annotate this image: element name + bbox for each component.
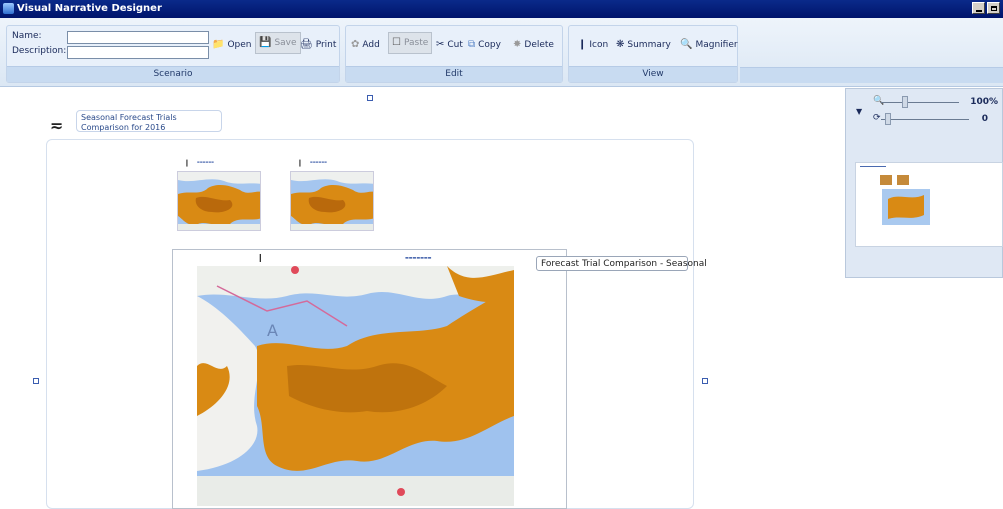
- overview-panel: 🔍 100% ▼ ⟳ 0: [845, 88, 1003, 278]
- open-label: Open: [227, 40, 252, 50]
- delete-label: Delete: [524, 40, 554, 50]
- save-button[interactable]: 💾 Save: [255, 32, 301, 54]
- add-label: Add: [362, 40, 380, 50]
- ribbon: Name: Description: 📁 Open 💾 Save 🖨 Print…: [0, 18, 1003, 87]
- paste-label: Paste: [403, 38, 429, 48]
- magnifier-icon: 🔍: [680, 39, 693, 50]
- minimize-icon: [976, 6, 982, 12]
- cut-label: Cut: [447, 40, 463, 50]
- print-label: Print: [315, 40, 337, 50]
- resize-handle-top[interactable]: [367, 95, 373, 101]
- rotation-slider-track: [881, 119, 969, 120]
- rotation-value: 0: [981, 114, 988, 124]
- add-icon: ✿: [351, 39, 360, 50]
- paste-button[interactable]: ☐ Paste: [388, 32, 433, 54]
- node-title-scribble: ▬▬▬▬▬▬: [310, 160, 328, 164]
- svg-text:A: A: [267, 321, 278, 340]
- overview-preview[interactable]: [855, 162, 1003, 247]
- print-button[interactable]: 🖨 Print: [297, 34, 339, 56]
- cut-button[interactable]: ✂ Cut: [433, 34, 466, 56]
- zoom-icon: 🔍: [873, 96, 885, 106]
- forecast-map[interactable]: A: [197, 266, 514, 506]
- app-icon: [3, 3, 14, 14]
- collapse-arrow-icon[interactable]: ▼: [856, 107, 862, 116]
- name-field[interactable]: [67, 31, 209, 44]
- title-bar: Visual Narrative Designer: [0, 0, 1003, 18]
- maximize-icon: [991, 6, 997, 11]
- delete-button[interactable]: ✸ Delete: [510, 34, 557, 56]
- overview-thumb-1: [880, 175, 892, 185]
- minimize-button[interactable]: [972, 2, 985, 14]
- overview-thumb-main: [882, 189, 930, 225]
- description-field[interactable]: [67, 46, 209, 59]
- node-title-scribble: ▬▬▬▬▬▬▬: [405, 255, 432, 260]
- summary-label: Summary: [627, 40, 671, 50]
- folder-icon: 📁: [212, 39, 225, 50]
- summary-button[interactable]: ❋ Summary: [613, 34, 674, 56]
- ribbon-empty-area: [740, 25, 1003, 83]
- node-icon: ❙: [184, 159, 190, 167]
- icon-button[interactable]: ❙ Icon: [575, 34, 611, 56]
- pin-icon: ❙: [578, 39, 587, 50]
- summary-icon: ❋: [616, 39, 625, 50]
- overview-thumb-2: [897, 175, 909, 185]
- copy-label: Copy: [478, 40, 501, 50]
- view-group-footer: View: [569, 66, 737, 82]
- magnifier-label: Magnifier: [695, 40, 738, 50]
- zoom-slider-thumb[interactable]: [902, 96, 908, 108]
- resize-handle-left[interactable]: [33, 378, 39, 384]
- maximize-button[interactable]: [987, 2, 1000, 14]
- node-icon: ❙: [257, 253, 264, 262]
- story-node-1[interactable]: ❙ ▬▬▬▬▬▬: [177, 159, 261, 231]
- save-label: Save: [274, 38, 297, 48]
- printer-icon: 🖨: [300, 39, 313, 50]
- narrative-icon: ≂: [50, 116, 64, 135]
- rotation-slider-thumb[interactable]: [885, 113, 891, 125]
- zoom-value: 100%: [970, 97, 998, 107]
- magnifier-button[interactable]: 🔍 Magnifier: [677, 34, 741, 56]
- view-group: ❙ Icon ❋ Summary 🔍 Magnifier View: [568, 25, 738, 83]
- copy-icon: ⧉: [468, 39, 476, 50]
- zoom-slider-track: [881, 102, 959, 103]
- node-callout: Forecast Trial Comparison - Seasonal: [536, 256, 707, 271]
- add-button[interactable]: ✿ Add: [348, 34, 383, 56]
- name-label: Name:: [12, 31, 42, 41]
- copy-button[interactable]: ⧉ Copy: [465, 34, 504, 56]
- node-icon: ❙: [297, 159, 303, 167]
- edit-group-footer: Edit: [346, 66, 562, 82]
- node-title-scribble: ▬▬▬▬▬▬: [197, 160, 215, 164]
- delete-icon: ✸: [513, 39, 522, 50]
- scenario-group: Name: Description: 📁 Open 💾 Save 🖨 Print…: [6, 25, 340, 83]
- overview-title-line: [860, 166, 886, 167]
- window-title: Visual Narrative Designer: [17, 3, 162, 14]
- narrative-title[interactable]: Seasonal Forecast Trials Comparison for …: [76, 110, 222, 132]
- resize-handle-right[interactable]: [702, 378, 708, 384]
- rotate-icon: ⟳: [873, 113, 881, 123]
- save-icon: 💾: [259, 37, 272, 48]
- map-thumbnail: [290, 171, 374, 231]
- open-button[interactable]: 📁 Open: [209, 34, 255, 56]
- edit-group: ✿ Add ☐ Paste ✂ Cut ⧉ Copy ✸ Delete Edit: [345, 25, 563, 83]
- scissors-icon: ✂: [436, 39, 445, 50]
- description-label: Description:: [12, 46, 67, 56]
- icon-label: Icon: [589, 40, 609, 50]
- map-thumbnail: [177, 171, 261, 231]
- story-node-2[interactable]: ❙ ▬▬▬▬▬▬: [290, 159, 374, 231]
- scenario-group-footer: Scenario: [7, 66, 339, 82]
- paste-icon: ☐: [392, 37, 401, 48]
